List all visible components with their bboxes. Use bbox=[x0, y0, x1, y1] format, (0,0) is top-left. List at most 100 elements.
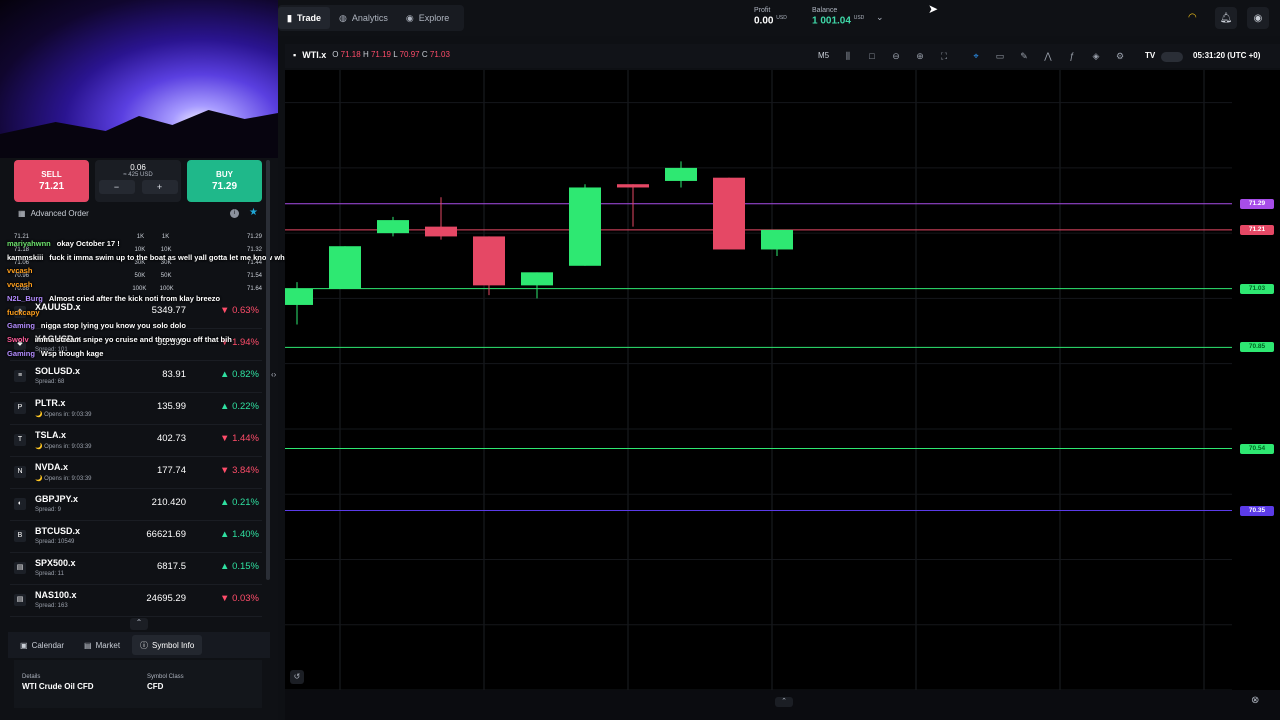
change-badge: ▲ 0.22% bbox=[220, 401, 259, 412]
solana-icon: ≡ bbox=[14, 370, 26, 382]
oil-icon: ▪ bbox=[293, 50, 297, 60]
tab-market[interactable]: ▤ Market bbox=[76, 635, 128, 655]
quantity-value[interactable]: 0.06 bbox=[95, 163, 181, 172]
mouse-cursor-icon: ➤ bbox=[928, 2, 939, 16]
bell-icon[interactable]: 🔔︎ bbox=[1215, 7, 1237, 29]
candle-body bbox=[521, 272, 553, 286]
price-tag: 70.35 bbox=[1240, 505, 1274, 516]
star-icon[interactable]: ★ bbox=[249, 207, 258, 218]
time-axis[interactable]: ⌃ ⊗ bbox=[285, 690, 1280, 720]
symbol-row[interactable]: ≡ SOLUSD.x Spread: 68 83.91 ▲ 0.82% bbox=[10, 361, 262, 393]
price-axis[interactable]: 71.29 71.21 71.03 70.85 70.54 70.35 bbox=[1232, 70, 1280, 690]
quantity-stepper[interactable]: 0.06 ≈ 425 USD − + bbox=[95, 160, 181, 202]
tesla-icon: T bbox=[14, 434, 26, 446]
account-icon[interactable]: ◉ bbox=[1247, 7, 1269, 29]
zoom-out-icon[interactable]: ⊖ bbox=[889, 49, 903, 63]
indicator-icon[interactable]: ƒ bbox=[1065, 49, 1079, 63]
candle-body bbox=[569, 187, 601, 266]
candle-body bbox=[713, 177, 745, 250]
symbol-row[interactable]: ▤ SPX500.x Spread: 11 6817.5 ▲ 0.15% bbox=[10, 553, 262, 585]
analytics-icon: ◍ bbox=[338, 12, 347, 23]
zoom-in-icon[interactable]: ⊕ bbox=[913, 49, 927, 63]
close-circle-icon[interactable]: ⊗ bbox=[1251, 695, 1259, 706]
candle-body bbox=[377, 220, 409, 234]
change-badge: ▼ 1.44% bbox=[220, 433, 259, 444]
symbol-row[interactable]: T TSLA.x 🌙 Opens in: 9:03:39 402.73 ▼ 1.… bbox=[10, 425, 262, 457]
candle-body bbox=[281, 288, 313, 305]
tab-calendar[interactable]: ▣ Calendar bbox=[12, 635, 72, 655]
chevron-down-icon[interactable]: ⌄ bbox=[876, 12, 884, 23]
change-badge: ▲ 0.21% bbox=[220, 497, 259, 508]
webcam-overlay bbox=[0, 0, 278, 158]
candle-body bbox=[761, 229, 793, 250]
change-badge: ▼ 0.03% bbox=[220, 593, 259, 604]
buy-button[interactable]: BUY 71.29 bbox=[187, 160, 262, 202]
candle-type-icon[interactable]: ⫼ bbox=[841, 49, 855, 63]
decrease-button[interactable]: − bbox=[98, 180, 135, 194]
layers-icon[interactable]: ◈ bbox=[1089, 49, 1103, 63]
app-root: ▮ Trade ◍ Analytics ◉ Explore Profit 0.00 U… bbox=[0, 0, 1280, 720]
reset-icon[interactable]: ↺ bbox=[290, 670, 304, 684]
price-chart[interactable] bbox=[281, 70, 1232, 691]
wifi-icon: ◠ bbox=[1188, 12, 1197, 23]
main-nav: ▮ Trade ◍ Analytics ◉ Explore bbox=[278, 5, 464, 31]
sell-button[interactable]: SELL 71.21 bbox=[14, 160, 89, 202]
symbol-row[interactable]: B BTCUSD.x Spread: 10549 66621.69 ▲ 1.40… bbox=[10, 521, 262, 553]
info-icon[interactable]: i bbox=[230, 209, 239, 218]
advanced-order-toggle[interactable]: ▦ Advanced Order bbox=[18, 209, 89, 218]
price-tag: 71.03 bbox=[1240, 283, 1274, 294]
change-badge: ▲ 1.40% bbox=[220, 529, 259, 540]
candlestick-chart[interactable] bbox=[281, 70, 1232, 691]
change-badge: ▼ 3.84% bbox=[220, 465, 259, 476]
details-value: WTI Crude Oil CFD bbox=[22, 682, 94, 691]
expand-bottom-icon[interactable]: ⌃ bbox=[775, 697, 793, 707]
collapse-panel-icon[interactable]: ‹› bbox=[271, 370, 276, 379]
change-badge: ▲ 0.15% bbox=[220, 561, 259, 572]
timeframe-select[interactable]: M5 bbox=[818, 51, 829, 60]
symbol-row[interactable]: ◐ GBPJPY.x Spread: 9 210.420 ▲ 0.21% bbox=[10, 489, 262, 521]
tab-analytics[interactable]: ◍ Analytics bbox=[330, 7, 397, 29]
tab-explore[interactable]: ◉ Explore bbox=[397, 7, 458, 29]
compass-icon: ◉ bbox=[405, 12, 414, 23]
crosshair-icon[interactable]: ⌖ bbox=[969, 49, 983, 63]
palantir-icon: P bbox=[14, 402, 26, 414]
us-flag-icon: ▤ bbox=[14, 594, 26, 606]
settings-gear-icon[interactable]: ⚙ bbox=[1113, 49, 1127, 63]
price-tag: 71.21 bbox=[1240, 224, 1274, 235]
price-tag: 71.29 bbox=[1240, 198, 1274, 209]
bitcoin-icon: B bbox=[14, 530, 26, 542]
toggle-switch[interactable] bbox=[1161, 52, 1183, 62]
chart-clock: 05:31:20 (UTC +0) bbox=[1193, 51, 1261, 60]
balance-value: 1 001.04 bbox=[812, 15, 851, 27]
candle-body bbox=[425, 226, 457, 237]
pattern-icon[interactable]: ⋀ bbox=[1041, 49, 1055, 63]
info-icon: ⓘ bbox=[140, 640, 149, 650]
ruler-icon[interactable]: ▭ bbox=[993, 49, 1007, 63]
nvidia-icon: N bbox=[14, 466, 26, 478]
ohlc-readout: O 71.18 H 71.19 L 70.97 C 71.03 bbox=[332, 50, 450, 59]
profit-display: Profit 0.00 USD bbox=[754, 7, 787, 27]
candle-body bbox=[665, 167, 697, 181]
candle-body bbox=[329, 246, 361, 289]
profit-value: 0.00 bbox=[754, 15, 774, 27]
symbol-class-value: CFD bbox=[147, 682, 164, 691]
expand-handle-icon[interactable]: ⌃ bbox=[130, 618, 148, 630]
symbol-list-scrollbar[interactable] bbox=[266, 160, 270, 580]
tab-symbol-info[interactable]: ⓘ Symbol Info bbox=[132, 635, 203, 655]
symbol-row[interactable]: N NVDA.x 🌙 Opens in: 9:03:39 177.74 ▼ 3.… bbox=[10, 457, 262, 489]
fullscreen-icon[interactable]: □ bbox=[865, 49, 879, 63]
tab-trade[interactable]: ▮ Trade bbox=[278, 7, 330, 29]
candle-body bbox=[617, 184, 649, 188]
symbol-row[interactable]: ▤ NAS100.x Spread: 163 24695.29 ▼ 0.03% bbox=[10, 585, 262, 617]
symbol-row[interactable]: P PLTR.x 🌙 Opens in: 9:03:39 135.99 ▲ 0.… bbox=[10, 393, 262, 425]
candle-body bbox=[473, 236, 505, 286]
screenshot-icon[interactable]: ⛶ bbox=[937, 49, 951, 63]
increase-button[interactable]: + bbox=[141, 180, 178, 194]
calendar-icon: ▣ bbox=[20, 640, 28, 650]
chart-symbol[interactable]: ▪ WTI.x O 71.18 H 71.19 L 70.97 C 71.03 bbox=[293, 50, 450, 60]
uk-flag-icon: ◐ bbox=[14, 498, 26, 510]
bottom-tabs: ▣ Calendar ▤ Market ⓘ Symbol Info bbox=[8, 632, 270, 658]
grid-icon: ▦ bbox=[18, 209, 26, 218]
pencil-icon[interactable]: ✎ bbox=[1017, 49, 1031, 63]
balance-display[interactable]: Balance 1 001.04 USD bbox=[812, 7, 864, 26]
